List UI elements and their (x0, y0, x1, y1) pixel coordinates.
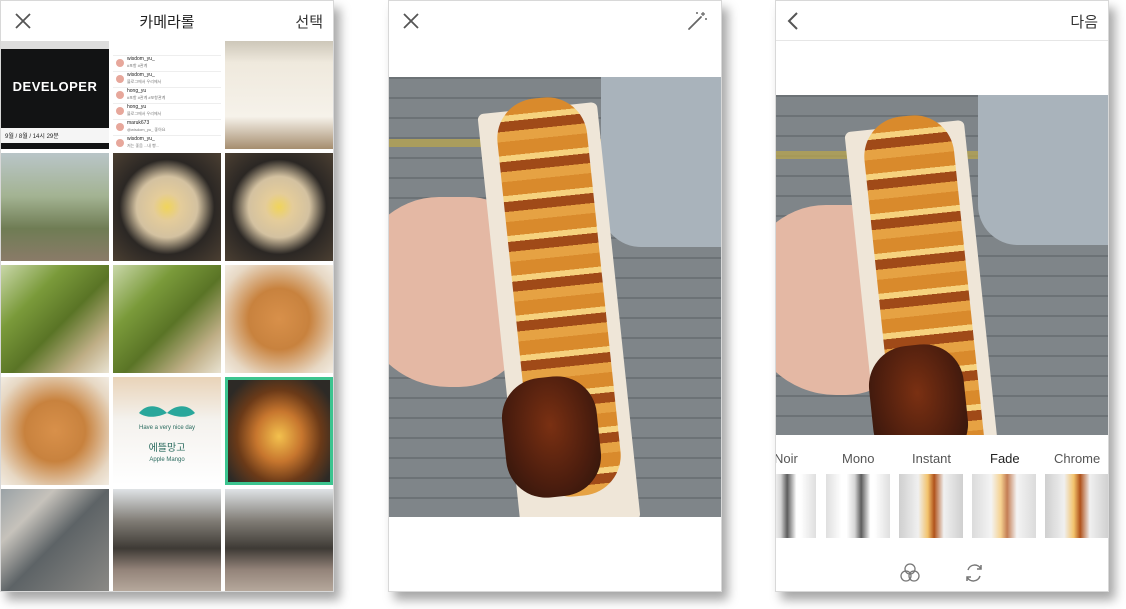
photo-jacket (978, 95, 1108, 245)
preview-header (389, 1, 721, 41)
photo-tile-comments[interactable]: wisdom_yu_ #포항 #관계 wisdom_yu_ 블로그에서 우리에서… (113, 41, 221, 149)
bag-text-bot: Apple Mango (149, 457, 185, 463)
comment-user: wisdom_yu_ (127, 56, 155, 62)
comment-text: 저는 좋음 ...내 빵... (127, 143, 160, 148)
photo-tile-green-pancake[interactable] (1, 265, 109, 373)
developer-caption: 9월 / 8월 / 14시 29분 (1, 128, 109, 143)
photo-tile-couple[interactable] (1, 153, 109, 261)
comment-text: #포항 #관계 #포항관계 (127, 95, 166, 100)
close-icon[interactable] (399, 9, 423, 33)
mustache-icon (139, 406, 195, 417)
photo-tile-fish-bread-2[interactable] (1, 377, 109, 485)
comment-user: wisdom_yu_ (127, 72, 155, 78)
comment-text: 블로그에서 우리에서 (127, 111, 162, 116)
camera-roll-header: 카메라롤 선택 (1, 1, 333, 41)
photo-tile-developer[interactable]: DEVELOPER 9월 / 8월 / 14시 29분 (1, 41, 109, 149)
photo-tile-green-pancake-2[interactable] (113, 265, 221, 373)
camera-roll-title: 카메라롤 (139, 14, 195, 31)
camera-roll-screen: 카메라롤 선택 DEVELOPER 9월 / 8월 / 14시 29분 wisd… (0, 0, 334, 592)
comment-user: maruk673 (127, 120, 150, 126)
avatar (116, 107, 124, 115)
photo-grid: DEVELOPER 9월 / 8월 / 14시 29분 wisdom_yu_ #… (1, 41, 333, 591)
rotate-icon[interactable] (962, 561, 986, 585)
comment-row: hong_yu #포항 #관계 #포항관계 (113, 87, 221, 103)
filter-photo (776, 95, 1108, 435)
filter-label-chrome[interactable]: Chrome (1054, 451, 1100, 466)
overlap-circles-icon[interactable] (898, 561, 922, 585)
filter-label-noir[interactable]: Noir (776, 451, 798, 466)
filter-header: 다음 (776, 1, 1108, 41)
filter-screen: 다음 Noir Mono Instant Fade Chrome (775, 0, 1109, 592)
chevron-left-icon[interactable] (782, 9, 806, 33)
filter-thumb-noir[interactable] (776, 474, 816, 538)
bag-text-mid: 에뜰망고 (148, 443, 186, 454)
comment-text: 블로그에서 우리에서 (127, 79, 162, 84)
avatar (116, 59, 124, 67)
avatar (116, 91, 124, 99)
select-button[interactable]: 선택 (295, 11, 323, 32)
filter-label-mono[interactable]: Mono (842, 451, 875, 466)
filter-thumb-chrome[interactable] (1045, 474, 1108, 538)
avatar (116, 75, 124, 83)
comment-row: wisdom_yu_ 저는 좋음 ...내 빵... (113, 135, 221, 149)
comment-text: #포항 #관계 (127, 63, 148, 68)
photo-sauce (497, 372, 606, 502)
next-button[interactable]: 다음 (1070, 11, 1098, 32)
preview-photo (389, 77, 721, 517)
photo-tile-whiteboard[interactable] (225, 41, 333, 149)
comment-text: @wisdom_yu_ 좋아요 (127, 127, 166, 132)
comment-user: hong_yu (127, 104, 147, 110)
tile-strip (1, 41, 109, 49)
photo-tile-hanok[interactable] (113, 489, 221, 591)
avatar (116, 139, 124, 147)
photo-jacket (601, 77, 721, 247)
filter-thumb-instant[interactable] (899, 474, 963, 538)
bag-text-top: Have a very nice day (138, 425, 196, 431)
photo-tile-soup-2[interactable] (225, 153, 333, 261)
photo-tile-hanok-2[interactable] (225, 489, 333, 591)
photo-tile-bag[interactable]: Have a very nice day 에뜰망고 Apple Mango (113, 377, 221, 485)
comment-user: hong_yu (127, 88, 147, 94)
photo-tile-fish-bread[interactable] (225, 265, 333, 373)
photo-preview-screen (388, 0, 722, 592)
magic-wand-icon[interactable] (685, 9, 709, 33)
comment-row: maruk673 @wisdom_yu_ 좋아요 (113, 119, 221, 135)
filter-thumb-mono[interactable] (826, 474, 890, 538)
photo-tile-soup[interactable] (113, 153, 221, 261)
comment-row: wisdom_yu_ 블로그에서 우리에서 (113, 71, 221, 87)
filter-label-instant[interactable]: Instant (912, 451, 951, 466)
photo-tile-selected[interactable] (225, 377, 333, 485)
avatar (116, 123, 124, 131)
comment-user: wisdom_yu_ (127, 136, 155, 142)
photo-tile-food-street[interactable] (1, 489, 109, 591)
comment-row: hong_yu 블로그에서 우리에서 (113, 103, 221, 119)
comment-row: wisdom_yu_ #포항 #관계 (113, 55, 221, 71)
comments-hashtags (113, 41, 221, 55)
filter-thumb-fade[interactable] (972, 474, 1036, 538)
filter-label-fade[interactable]: Fade (990, 451, 1020, 466)
developer-title-text: DEVELOPER (12, 79, 98, 94)
edit-tools (776, 557, 1108, 591)
